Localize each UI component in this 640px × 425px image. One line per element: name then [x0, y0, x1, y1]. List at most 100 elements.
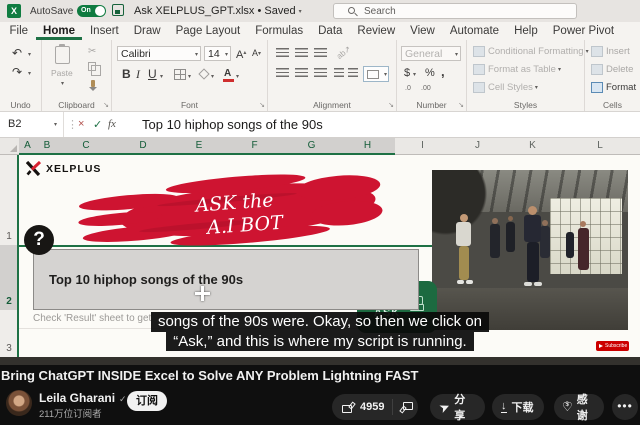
channel-avatar[interactable] [6, 390, 32, 416]
column-header-h[interactable]: H [340, 138, 395, 155]
toggle-knob [95, 6, 105, 16]
bold-button[interactable]: B [122, 68, 131, 80]
increase-font-size-icon[interactable]: A▴ [236, 47, 246, 61]
font-name-combobox[interactable]: Calibri ▾ [117, 46, 201, 61]
align-center-icon[interactable] [295, 68, 308, 78]
dancer-pants [459, 246, 469, 280]
delete-cells-button[interactable]: Delete [591, 64, 633, 75]
ribbon-group-alignment: ab↗ ▾ ↘ Alignment [268, 40, 397, 111]
orientation-icon[interactable]: ab↗ [335, 44, 353, 61]
tab-data[interactable]: Data [311, 22, 350, 40]
tab-view[interactable]: View [403, 22, 443, 40]
excel-app-icon[interactable]: X [7, 4, 21, 18]
column-header-g[interactable]: G [283, 138, 340, 155]
tab-draw[interactable]: Draw [126, 22, 168, 40]
column-header-d[interactable]: D [114, 138, 172, 155]
copy-icon[interactable] [88, 62, 101, 76]
align-bottom-icon[interactable] [314, 48, 327, 58]
select-all-corner[interactable] [0, 138, 19, 155]
increase-decimal-icon[interactable]: .0 [405, 85, 411, 92]
tab-page-layout[interactable]: Page Layout [168, 22, 248, 40]
align-right-icon[interactable] [314, 68, 327, 78]
autosave-toggle[interactable]: On [77, 5, 106, 17]
format-as-table-button[interactable]: Format as Table ▾ [473, 64, 561, 75]
merge-center-button[interactable]: ▾ [363, 66, 389, 82]
column-header-e[interactable]: E [172, 138, 226, 155]
like-count[interactable]: 4959 [360, 401, 384, 413]
currency-format-icon[interactable]: $ [404, 67, 410, 79]
subtitle-line-1: songs of the 90s were. Okay, so then we … [150, 312, 490, 332]
percent-format-icon[interactable]: % [425, 67, 435, 79]
thanks-button[interactable]: ♡ $ 感谢 [554, 394, 604, 422]
search-input[interactable]: Search [333, 3, 577, 19]
question-textbox[interactable]: Top 10 hiphop songs of the 90s [33, 249, 419, 310]
conditional-formatting-icon [473, 46, 485, 57]
column-header-l[interactable]: L [560, 138, 640, 155]
enter-icon[interactable]: ✓ [93, 118, 102, 131]
share-button[interactable]: ➤ 分享 [430, 394, 485, 422]
chevron-down-icon: ▾ [413, 72, 417, 78]
increase-indent-icon[interactable] [348, 68, 358, 78]
comma-format-icon[interactable]: , [441, 65, 445, 78]
redo-icon[interactable]: ↷ [12, 66, 22, 78]
italic-button[interactable]: I [136, 68, 140, 80]
number-format-combobox[interactable]: General ▾ [401, 46, 461, 61]
formula-bar: B2 ▾ ⋮ × ✓ fx Top 10 hiphop songs of the… [0, 112, 640, 138]
column-header-a[interactable]: A [19, 138, 36, 155]
tab-power-pivot[interactable]: Power Pivot [545, 22, 621, 40]
cell-styles-button[interactable]: Cell Styles ▾ [473, 82, 538, 93]
chevron-down-icon: ▾ [236, 74, 240, 80]
font-color-icon[interactable]: A [222, 68, 235, 82]
insert-function-icon[interactable]: fx [108, 118, 116, 130]
row-header-1[interactable]: 1 [0, 155, 18, 245]
undo-icon[interactable]: ↶ [12, 47, 22, 59]
tab-insert[interactable]: Insert [82, 22, 126, 40]
tab-home[interactable]: Home [36, 22, 83, 40]
more-actions-button[interactable]: ••• [612, 394, 638, 420]
decrease-font-size-icon[interactable]: A▾ [252, 47, 261, 60]
tab-help[interactable]: Help [507, 22, 546, 40]
ribbon-group-cells: Insert Delete Format Cells [585, 40, 640, 111]
dislike-icon[interactable] [401, 402, 413, 413]
align-left-icon[interactable] [276, 68, 289, 78]
document-title[interactable]: Ask XELPLUS_GPT.xlsx • Saved ▾ [134, 5, 302, 17]
download-button[interactable]: ↓ 下载 [492, 394, 544, 420]
align-top-icon[interactable] [276, 48, 289, 58]
conditional-formatting-button[interactable]: Conditional Formatting ▾ [473, 46, 589, 57]
column-header-f[interactable]: F [226, 138, 283, 155]
column-header-j[interactable]: J [450, 138, 505, 155]
tab-formulas[interactable]: Formulas [248, 22, 311, 40]
decrease-indent-icon[interactable] [334, 68, 344, 78]
decrease-decimal-icon[interactable]: .00 [421, 85, 431, 92]
paste-label: Paste [51, 68, 73, 78]
name-box[interactable]: B2 ▾ [0, 112, 64, 137]
save-icon[interactable] [112, 4, 124, 16]
font-size-combobox[interactable]: 14 ▾ [204, 46, 231, 61]
cancel-icon[interactable]: × [78, 118, 84, 130]
verified-icon: ✓ [119, 394, 127, 404]
column-header-b[interactable]: B [36, 138, 58, 155]
dancer-silhouette-maroon [578, 228, 589, 270]
column-header-c[interactable]: C [58, 138, 114, 155]
tab-automate[interactable]: Automate [442, 22, 506, 40]
insert-cells-button[interactable]: Insert [591, 46, 630, 57]
share-icon: ➤ [438, 400, 452, 415]
column-header-k[interactable]: K [505, 138, 560, 155]
borders-icon[interactable] [174, 69, 186, 80]
row-header-2[interactable]: 2 [0, 245, 18, 310]
format-cells-button[interactable]: Format [591, 82, 636, 93]
align-middle-icon[interactable] [295, 48, 308, 58]
format-painter-icon[interactable] [89, 80, 97, 91]
download-label: 下载 [511, 402, 534, 414]
underline-button[interactable]: U [148, 68, 157, 80]
formula-input[interactable]: Top 10 hiphop songs of the 90s [142, 117, 323, 132]
cut-icon[interactable]: ✂ [88, 46, 96, 58]
chevron-down-icon: ▾ [557, 67, 561, 73]
subscribe-button[interactable]: 订阅 [127, 391, 167, 411]
column-header-i[interactable]: I [395, 138, 450, 155]
tab-file[interactable]: File [2, 22, 36, 40]
like-icon[interactable] [342, 402, 354, 413]
tab-review[interactable]: Review [350, 22, 403, 40]
channel-name[interactable]: Leila Gharani ✓ [39, 391, 127, 405]
fill-color-icon[interactable] [198, 68, 210, 80]
